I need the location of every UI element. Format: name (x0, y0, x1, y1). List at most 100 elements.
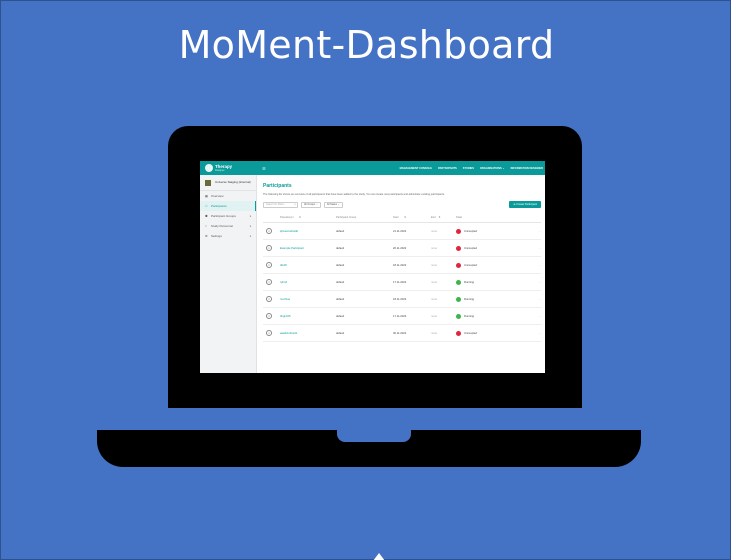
participant-end: none (431, 297, 437, 301)
participant-state: Running (464, 314, 475, 318)
state-dot-icon (456, 296, 461, 302)
chevron-down-icon: ▾ (249, 234, 251, 238)
more-options-icon[interactable]: ··· (511, 332, 541, 335)
share-icon: < (205, 224, 207, 228)
laptop-screen: Therapy Designer ☰ MANAGEMENT CONSOLE PA… (200, 161, 545, 373)
chevron-down-icon: ▾ (249, 214, 251, 218)
app-logo[interactable]: Therapy Designer (205, 164, 232, 172)
nav-information-designer[interactable]: INFORMATION DESIGNER (511, 167, 543, 170)
more-options-icon[interactable]: ··· (511, 315, 541, 318)
table-row[interactable]: ⚇ 2jtvueAndroid2 default 21.11.2022 none Unco… (263, 223, 541, 240)
participant-group: default (336, 246, 345, 250)
table-row[interactable]: ⚇ Example Participant default 20.11.2022 non… (263, 240, 541, 257)
search-input[interactable]: Search for Partic... ⌕ (263, 201, 298, 208)
table-row[interactable]: ⚇ awa4Android1 default 30.11.2022 none Uncoup… (263, 325, 541, 342)
slide-marker (373, 553, 385, 560)
page-title: Participants (263, 183, 292, 189)
participant-start: 21.11.2022 (393, 229, 407, 233)
participant-group: default (336, 314, 345, 318)
sidebar-item-study-personnel[interactable]: < Study Personnel ▾ (200, 221, 256, 231)
participant-pseudonym[interactable]: awa4Android1 (280, 332, 336, 335)
app-top-bar: Therapy Designer ☰ MANAGEMENT CONSOLE PA… (200, 161, 545, 175)
participant-pseudonym[interactable]: mochine (280, 298, 336, 301)
participant-pseudonym[interactable]: t4k18 (280, 264, 336, 267)
nav-studies[interactable]: STUDIES (463, 167, 474, 170)
state-dot-icon (456, 262, 461, 268)
create-participant-button[interactable]: ⊕ Create Participant (509, 201, 541, 208)
more-options-icon[interactable]: ··· (511, 298, 541, 301)
more-options-icon[interactable]: ··· (511, 230, 541, 233)
participant-start: 18.11.2022 (393, 297, 407, 301)
sidebar: Universe Staging (Internal) ▦ Overview ⚇… (200, 175, 257, 373)
participant-state: Uncoupled (464, 246, 477, 250)
nav-management-console[interactable]: MANAGEMENT CONSOLE (400, 167, 432, 170)
column-participant-group[interactable]: Participant Group (336, 216, 393, 219)
participant-state: Running (464, 297, 475, 301)
nav-organisations[interactable]: ORGANISATIONS ⌄ (480, 167, 505, 170)
participant-end: none (431, 246, 437, 250)
state-dot-icon (456, 228, 461, 234)
participant-avatar-icon: ⚇ (266, 330, 272, 336)
participant-start: 17.11.2022 (393, 314, 407, 318)
nav-participants[interactable]: PARTICIPANTS (438, 167, 457, 170)
grid-icon: ▦ (205, 194, 208, 198)
sidebar-item-label: Participant Groups (211, 214, 236, 218)
participant-end: none (431, 280, 437, 284)
person-icon: ⚇ (205, 204, 208, 208)
state-dot-icon (456, 330, 461, 336)
column-end[interactable]: End ⇅ (431, 216, 456, 219)
column-pseudonym[interactable]: Pseudonym ⇅ (280, 216, 336, 219)
top-nav: MANAGEMENT CONSOLE PARTICIPANTS STUDIES … (400, 167, 543, 170)
sidebar-item-participant-groups[interactable]: ⚉ Participant Groups ▾ (200, 211, 256, 221)
more-options-icon[interactable]: ··· (511, 281, 541, 284)
participant-state: Uncoupled (464, 331, 477, 335)
table-row[interactable]: ⚇ mochine default 18.11.2022 none Running ··· (263, 291, 541, 308)
sort-icon[interactable]: ⇅ (299, 216, 301, 219)
state-dot-icon (456, 245, 461, 251)
participant-state: Uncoupled (464, 263, 477, 267)
sort-icon[interactable]: ⇅ (439, 216, 441, 219)
more-options-icon[interactable]: ··· (511, 264, 541, 267)
more-options-icon[interactable]: ··· (511, 247, 541, 250)
slide-background: MoMent-Dashboard Therapy Designer ☰ MANA… (0, 0, 731, 560)
column-state[interactable]: State (456, 216, 511, 219)
participant-avatar-icon: ⚇ (266, 279, 272, 285)
participants-table: Pseudonym ⇅ Participant Group Start ⇅ En… (263, 213, 541, 342)
participant-avatar-icon: ⚇ (266, 313, 272, 319)
table-header: Pseudonym ⇅ Participant Group Start ⇅ En… (263, 213, 541, 223)
participant-start: 17.11.2022 (393, 280, 407, 284)
logo-subtitle: Designer (215, 168, 225, 172)
state-filter-dropdown[interactable]: All States ⌄ (323, 201, 343, 208)
sidebar-item-settings[interactable]: ⚙ Settings ▾ (200, 231, 256, 241)
sidebar-item-label: Settings (211, 234, 222, 238)
participant-group: default (336, 229, 345, 233)
participant-state: Running (464, 280, 475, 284)
column-start[interactable]: Start ⇅ (393, 216, 431, 219)
table-row[interactable]: ⚇ rpfmd default 17.11.2022 none Running ··· (263, 274, 541, 291)
participant-avatar-icon: ⚇ (266, 245, 272, 251)
sidebar-item-label: Study Personnel (211, 224, 234, 228)
tenant-selector[interactable]: Universe Staging (Internal) (200, 175, 256, 191)
table-row[interactable]: ⚇ 3irginr05 default 17.11.2022 none Running ··… (263, 308, 541, 325)
participant-pseudonym[interactable]: 3irginr05 (280, 315, 336, 318)
table-body: ⚇ 2jtvueAndroid2 default 21.11.2022 none Unco… (263, 223, 541, 342)
main-content: Participants The following list shows an… (263, 183, 541, 342)
group-filter-dropdown[interactable]: All Groups ⌄ (301, 201, 321, 208)
hamburger-icon[interactable]: ☰ (262, 166, 266, 171)
table-row[interactable]: ⚇ t4k18 default 18.11.2022 none Uncoupled ··· (263, 257, 541, 274)
participant-pseudonym[interactable]: Example Participant (280, 247, 336, 250)
sidebar-item-overview[interactable]: ▦ Overview (200, 191, 256, 201)
sidebar-item-participants[interactable]: ⚇ Participants (200, 201, 256, 211)
participant-state: Uncoupled (464, 229, 477, 233)
participant-avatar-icon: ⚇ (266, 296, 272, 302)
gear-icon: ⚙ (205, 234, 208, 238)
participant-end: none (431, 331, 437, 335)
participant-pseudonym[interactable]: rpfmd (280, 281, 336, 284)
participant-end: none (431, 263, 437, 267)
search-icon[interactable]: ⌕ (295, 203, 296, 206)
participant-pseudonym[interactable]: 2jtvueAndroid2 (280, 230, 336, 233)
state-dot-icon (456, 313, 461, 319)
logo-icon (205, 164, 213, 172)
participant-end: none (431, 314, 437, 318)
sort-icon[interactable]: ⇅ (404, 216, 406, 219)
